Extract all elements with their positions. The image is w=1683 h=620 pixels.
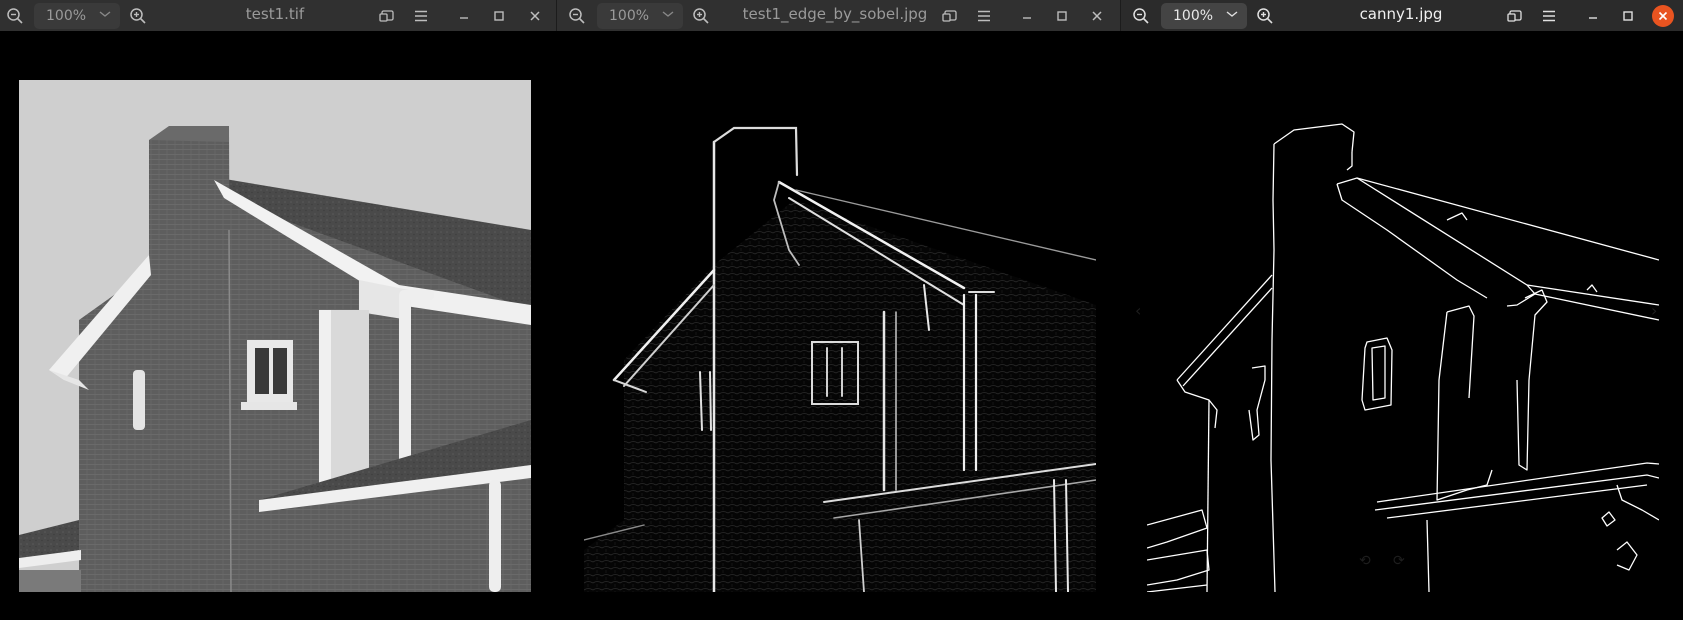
zoom-in-icon[interactable] xyxy=(1252,4,1278,28)
image-canvas[interactable]: ‹ › ⟲ ⟳ xyxy=(1121,31,1683,620)
image-viewer-window-3: 100% canny1.jpg ‹ › ⟲ ⟳ xyxy=(1121,0,1683,620)
chevron-down-icon xyxy=(661,7,675,25)
zoom-out-icon[interactable] xyxy=(564,4,590,28)
hamburger-menu-icon[interactable] xyxy=(1536,4,1562,28)
zoom-level-value: 100% xyxy=(1173,8,1214,24)
fit-window-icon[interactable] xyxy=(374,4,400,28)
minimize-icon[interactable] xyxy=(1580,4,1606,28)
chevron-down-icon xyxy=(98,7,112,25)
hamburger-menu-icon[interactable] xyxy=(408,4,434,28)
fit-window-icon[interactable] xyxy=(1502,4,1528,28)
titlebar[interactable]: 100% test1_edge_by_sobel.jpg xyxy=(557,0,1121,31)
image-viewer-window-1: 100% test1.tif xyxy=(0,0,557,620)
minimize-icon[interactable] xyxy=(1014,4,1040,28)
house-photo xyxy=(19,80,531,592)
chevron-down-icon xyxy=(1225,7,1239,25)
zoom-level-value: 100% xyxy=(609,8,650,24)
zoom-level-dropdown[interactable]: 100% xyxy=(34,3,120,29)
rotate-left-icon[interactable]: ⟲ xyxy=(1359,553,1371,569)
titlebar[interactable]: 100% test1.tif xyxy=(0,0,557,31)
maximize-icon[interactable] xyxy=(1049,4,1075,28)
zoom-level-dropdown[interactable]: 100% xyxy=(1161,3,1247,29)
close-icon[interactable] xyxy=(1084,4,1110,28)
window-title: test1_edge_by_sobel.jpg xyxy=(742,5,928,23)
minimize-icon[interactable] xyxy=(451,4,477,28)
fit-window-icon[interactable] xyxy=(937,4,963,28)
previous-image-icon[interactable]: ‹ xyxy=(1135,301,1141,320)
canny-edge-image xyxy=(1147,80,1659,592)
close-icon[interactable] xyxy=(1652,5,1674,27)
zoom-level-value: 100% xyxy=(46,8,87,24)
zoom-out-icon[interactable] xyxy=(2,4,28,28)
maximize-icon[interactable] xyxy=(486,4,512,28)
zoom-level-dropdown[interactable]: 100% xyxy=(597,3,683,29)
image-viewer-window-2: 100% test1_edge_by_sobel.jpg xyxy=(557,0,1121,620)
zoom-in-icon[interactable] xyxy=(125,4,151,28)
image-canvas[interactable] xyxy=(557,31,1121,620)
close-icon[interactable] xyxy=(522,4,548,28)
zoom-out-icon[interactable] xyxy=(1128,4,1154,28)
window-title: canny1.jpg xyxy=(1359,5,1443,23)
zoom-in-icon[interactable] xyxy=(688,4,714,28)
window-title: test1.tif xyxy=(245,5,305,23)
maximize-icon[interactable] xyxy=(1615,4,1641,28)
hamburger-menu-icon[interactable] xyxy=(971,4,997,28)
titlebar[interactable]: 100% canny1.jpg xyxy=(1121,0,1683,31)
image-canvas[interactable] xyxy=(0,31,557,620)
next-image-icon[interactable]: › xyxy=(1651,301,1657,320)
rotate-right-icon[interactable]: ⟳ xyxy=(1393,553,1405,569)
sobel-edge-image xyxy=(584,80,1096,592)
